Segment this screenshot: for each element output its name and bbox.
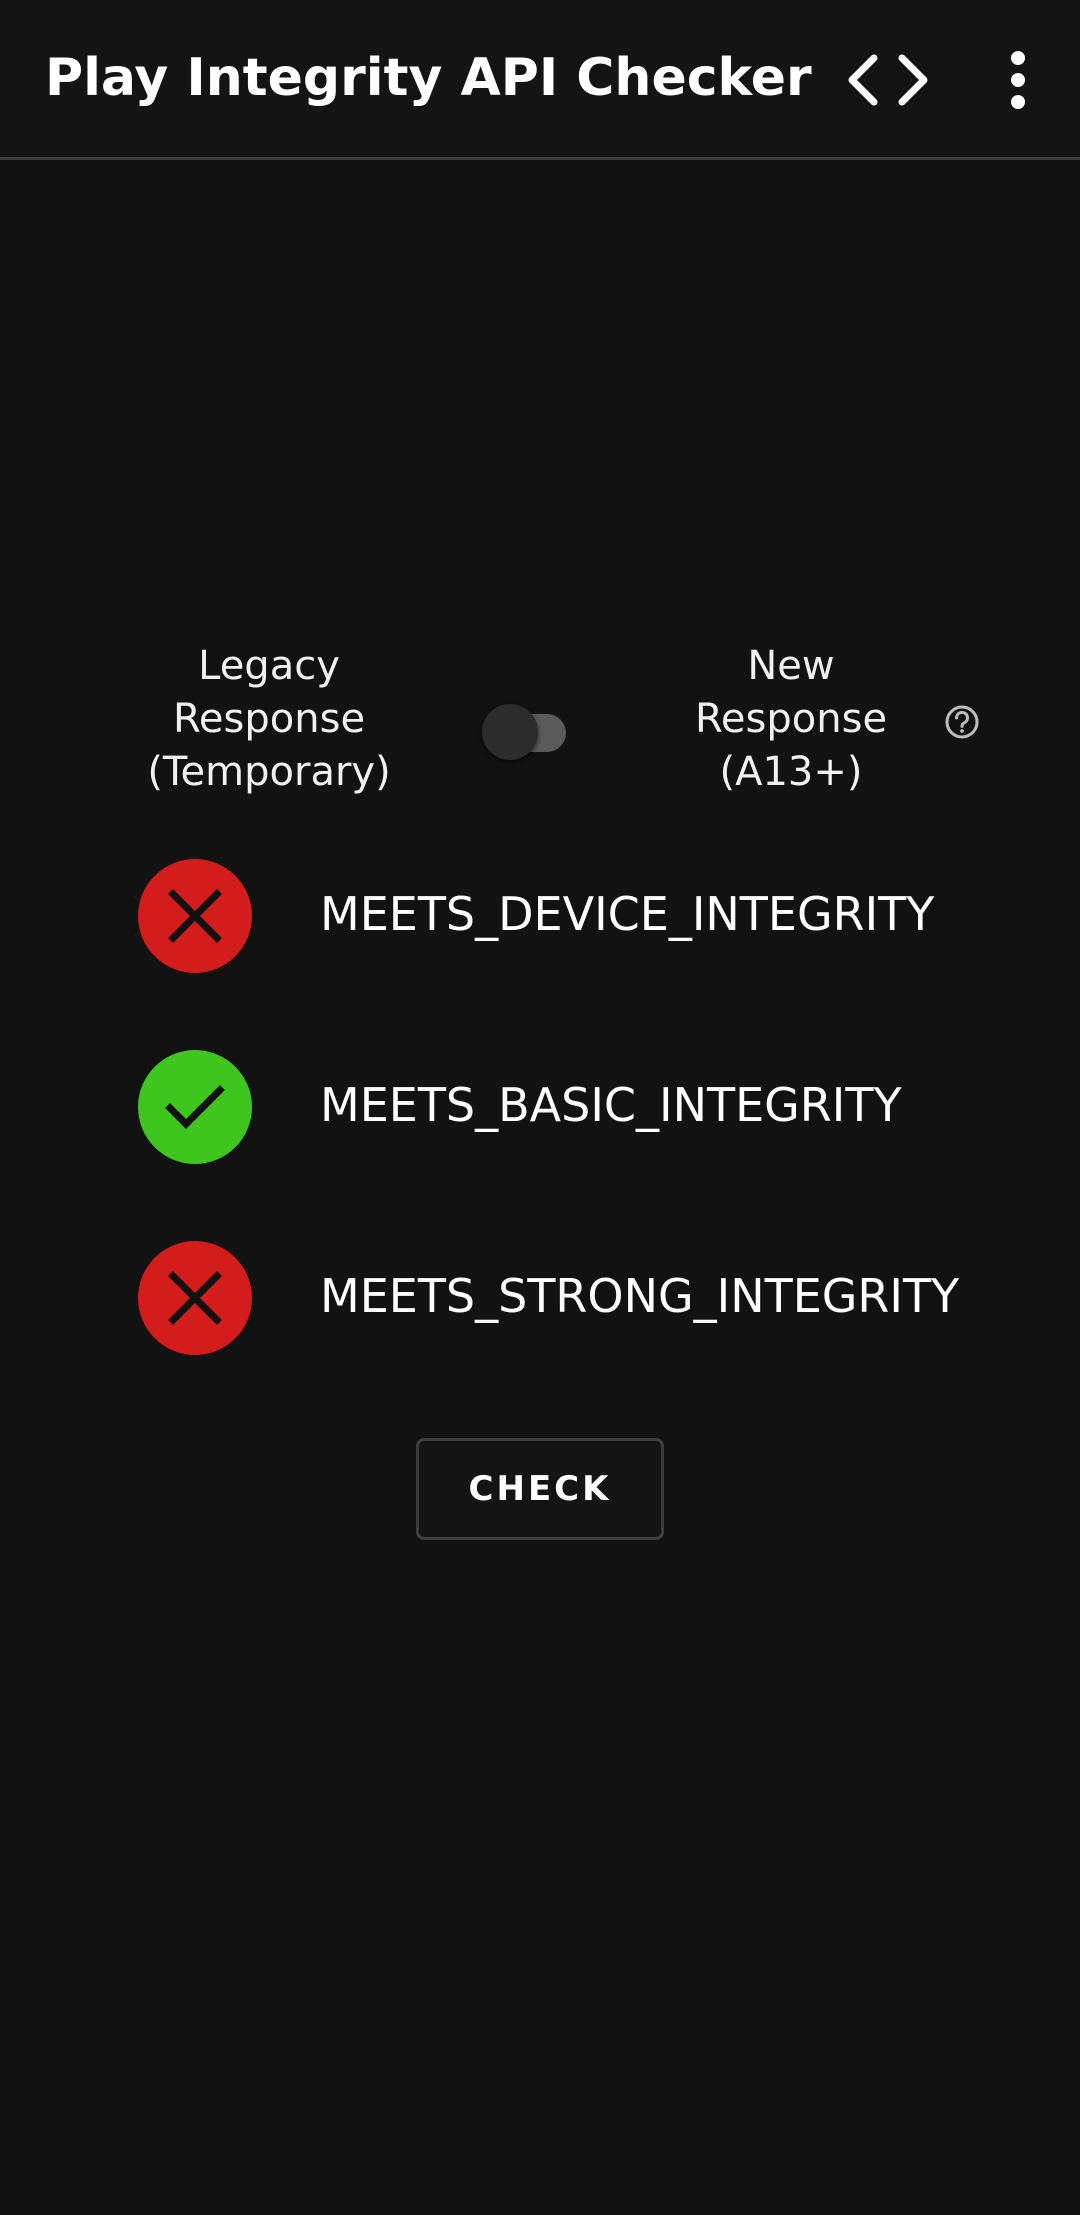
code-icon[interactable]	[840, 44, 936, 116]
close-icon	[168, 889, 222, 943]
fail-status-badge	[138, 859, 252, 973]
response-toggle-row: Legacy Response (Temporary) New Response…	[0, 640, 1080, 820]
fail-status-badge	[138, 1241, 252, 1355]
result-label: MEETS_DEVICE_INTEGRITY	[320, 887, 935, 941]
new-response-label: New Response (A13+)	[694, 643, 888, 795]
response-type-switch[interactable]	[482, 695, 578, 760]
pass-status-badge	[138, 1050, 252, 1164]
close-icon	[168, 1271, 222, 1325]
result-label: MEETS_STRONG_INTEGRITY	[320, 1269, 960, 1323]
check-button[interactable]: CHECK	[416, 1438, 664, 1540]
app-toolbar: Play Integrity API Checker	[0, 0, 1080, 160]
result-row-strong: MEETS_STRONG_INTEGRITY	[0, 1241, 1080, 1357]
help-circle-icon[interactable]	[942, 702, 982, 742]
switch-thumb	[482, 704, 538, 760]
app-title: Play Integrity API Checker	[45, 48, 812, 108]
result-row-basic: MEETS_BASIC_INTEGRITY	[0, 1050, 1080, 1166]
more-vert-icon[interactable]	[990, 44, 1046, 116]
result-row-device: MEETS_DEVICE_INTEGRITY	[0, 859, 1080, 975]
result-label: MEETS_BASIC_INTEGRITY	[320, 1078, 902, 1132]
app-screen: Play Integrity API Checker Legacy Respon…	[0, 0, 1080, 2215]
legacy-response-label: Legacy Response (Temporary)	[147, 643, 391, 795]
check-icon	[165, 1085, 225, 1129]
